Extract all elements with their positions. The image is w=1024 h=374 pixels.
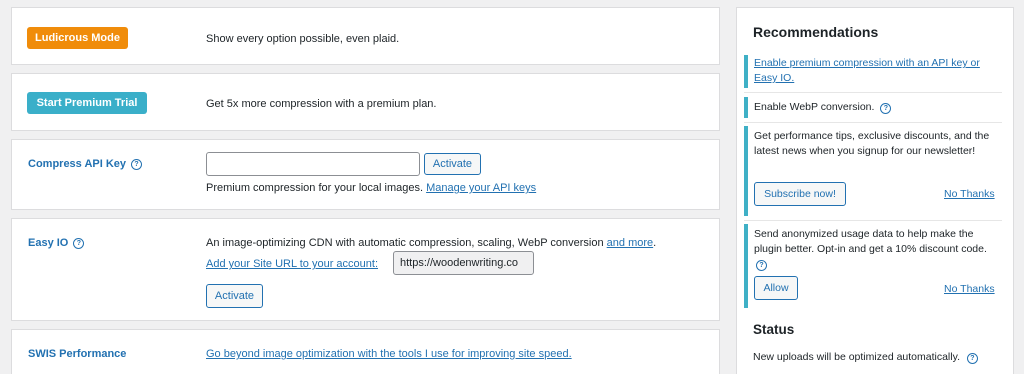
subscribe-button[interactable]: Subscribe now! <box>754 182 846 206</box>
newsletter-text: Get performance tips, exclusive discount… <box>754 130 990 157</box>
easy-io-description-row: An image-optimizing CDN with automatic c… <box>206 237 656 249</box>
api-key-activate-button[interactable]: Activate <box>424 153 481 175</box>
site-url-field[interactable]: https://woodenwriting.co <box>393 251 534 275</box>
easy-io-period: . <box>653 237 657 249</box>
api-key-panel: Compress API Key ? Activate Premium comp… <box>11 139 720 210</box>
swis-link[interactable]: Go beyond image optimization with the to… <box>206 348 572 360</box>
help-circle-icon[interactable]: ? <box>880 103 892 114</box>
status-text: New uploads will be optimized automatica… <box>753 351 960 363</box>
ludicrous-mode-button[interactable]: Ludicrous Mode <box>27 27 128 49</box>
usage-text: Send anonymized usage data to help make … <box>754 228 987 255</box>
usage-text-row: Send anonymized usage data to help make … <box>754 224 992 272</box>
rec-item-webp: Enable WebP conversion. ? <box>744 97 1002 118</box>
easy-io-label-text: Easy IO <box>28 237 69 249</box>
easy-io-panel: Easy IO ? An image-optimizing CDN with a… <box>11 218 720 321</box>
api-key-input[interactable] <box>206 152 420 176</box>
ludicrous-description: Show every option possible, even plaid. <box>206 33 400 45</box>
api-key-description: Premium compression for your local image… <box>206 182 424 194</box>
start-premium-trial-button[interactable]: Start Premium Trial <box>27 92 147 114</box>
status-row: New uploads will be optimized automatica… <box>753 351 978 364</box>
usage-no-thanks-link[interactable]: No Thanks <box>944 283 995 295</box>
swis-label: SWIS Performance <box>28 348 126 360</box>
rec-divider <box>744 92 1002 93</box>
add-site-url-link[interactable]: Add your Site URL to your account: <box>206 258 378 270</box>
rec-divider <box>744 122 1002 123</box>
help-circle-icon[interactable]: ? <box>756 260 767 271</box>
and-more-link[interactable]: and more <box>607 237 653 249</box>
api-key-description-row: Premium compression for your local image… <box>206 182 536 194</box>
manage-api-keys-link[interactable]: Manage your API keys <box>426 182 536 194</box>
recommendations-title: Recommendations <box>753 24 879 40</box>
status-title: Status <box>753 322 795 337</box>
enable-webp-text: Enable WebP conversion. <box>754 101 875 113</box>
premium-description: Get 5x more compression with a premium p… <box>206 98 437 110</box>
api-key-label: Compress API Key ? <box>28 158 143 170</box>
rec-item-premium: Enable premium compression with an API k… <box>744 55 1002 88</box>
swis-panel: SWIS Performance Go beyond image optimiz… <box>11 329 720 374</box>
help-circle-icon[interactable]: ? <box>131 158 143 170</box>
rec-divider <box>744 220 1002 221</box>
easy-io-activate-button[interactable]: Activate <box>206 284 263 308</box>
help-circle-icon[interactable]: ? <box>966 353 978 364</box>
ludicrous-panel: Ludicrous Mode Show every option possibl… <box>11 7 720 65</box>
premium-panel: Start Premium Trial Get 5x more compress… <box>11 73 720 131</box>
recommendations-sidebar: Recommendations Enable premium compressi… <box>736 7 1014 374</box>
easy-io-label: Easy IO ? <box>28 237 85 249</box>
newsletter-no-thanks-link[interactable]: No Thanks <box>944 188 995 200</box>
help-circle-icon[interactable]: ? <box>73 237 85 249</box>
enable-premium-link[interactable]: Enable premium compression with an API k… <box>754 55 996 86</box>
allow-button[interactable]: Allow <box>754 276 798 300</box>
easy-io-description: An image-optimizing CDN with automatic c… <box>206 237 604 249</box>
swis-label-text: SWIS Performance <box>28 348 127 360</box>
api-key-label-text: Compress API Key <box>28 158 127 170</box>
